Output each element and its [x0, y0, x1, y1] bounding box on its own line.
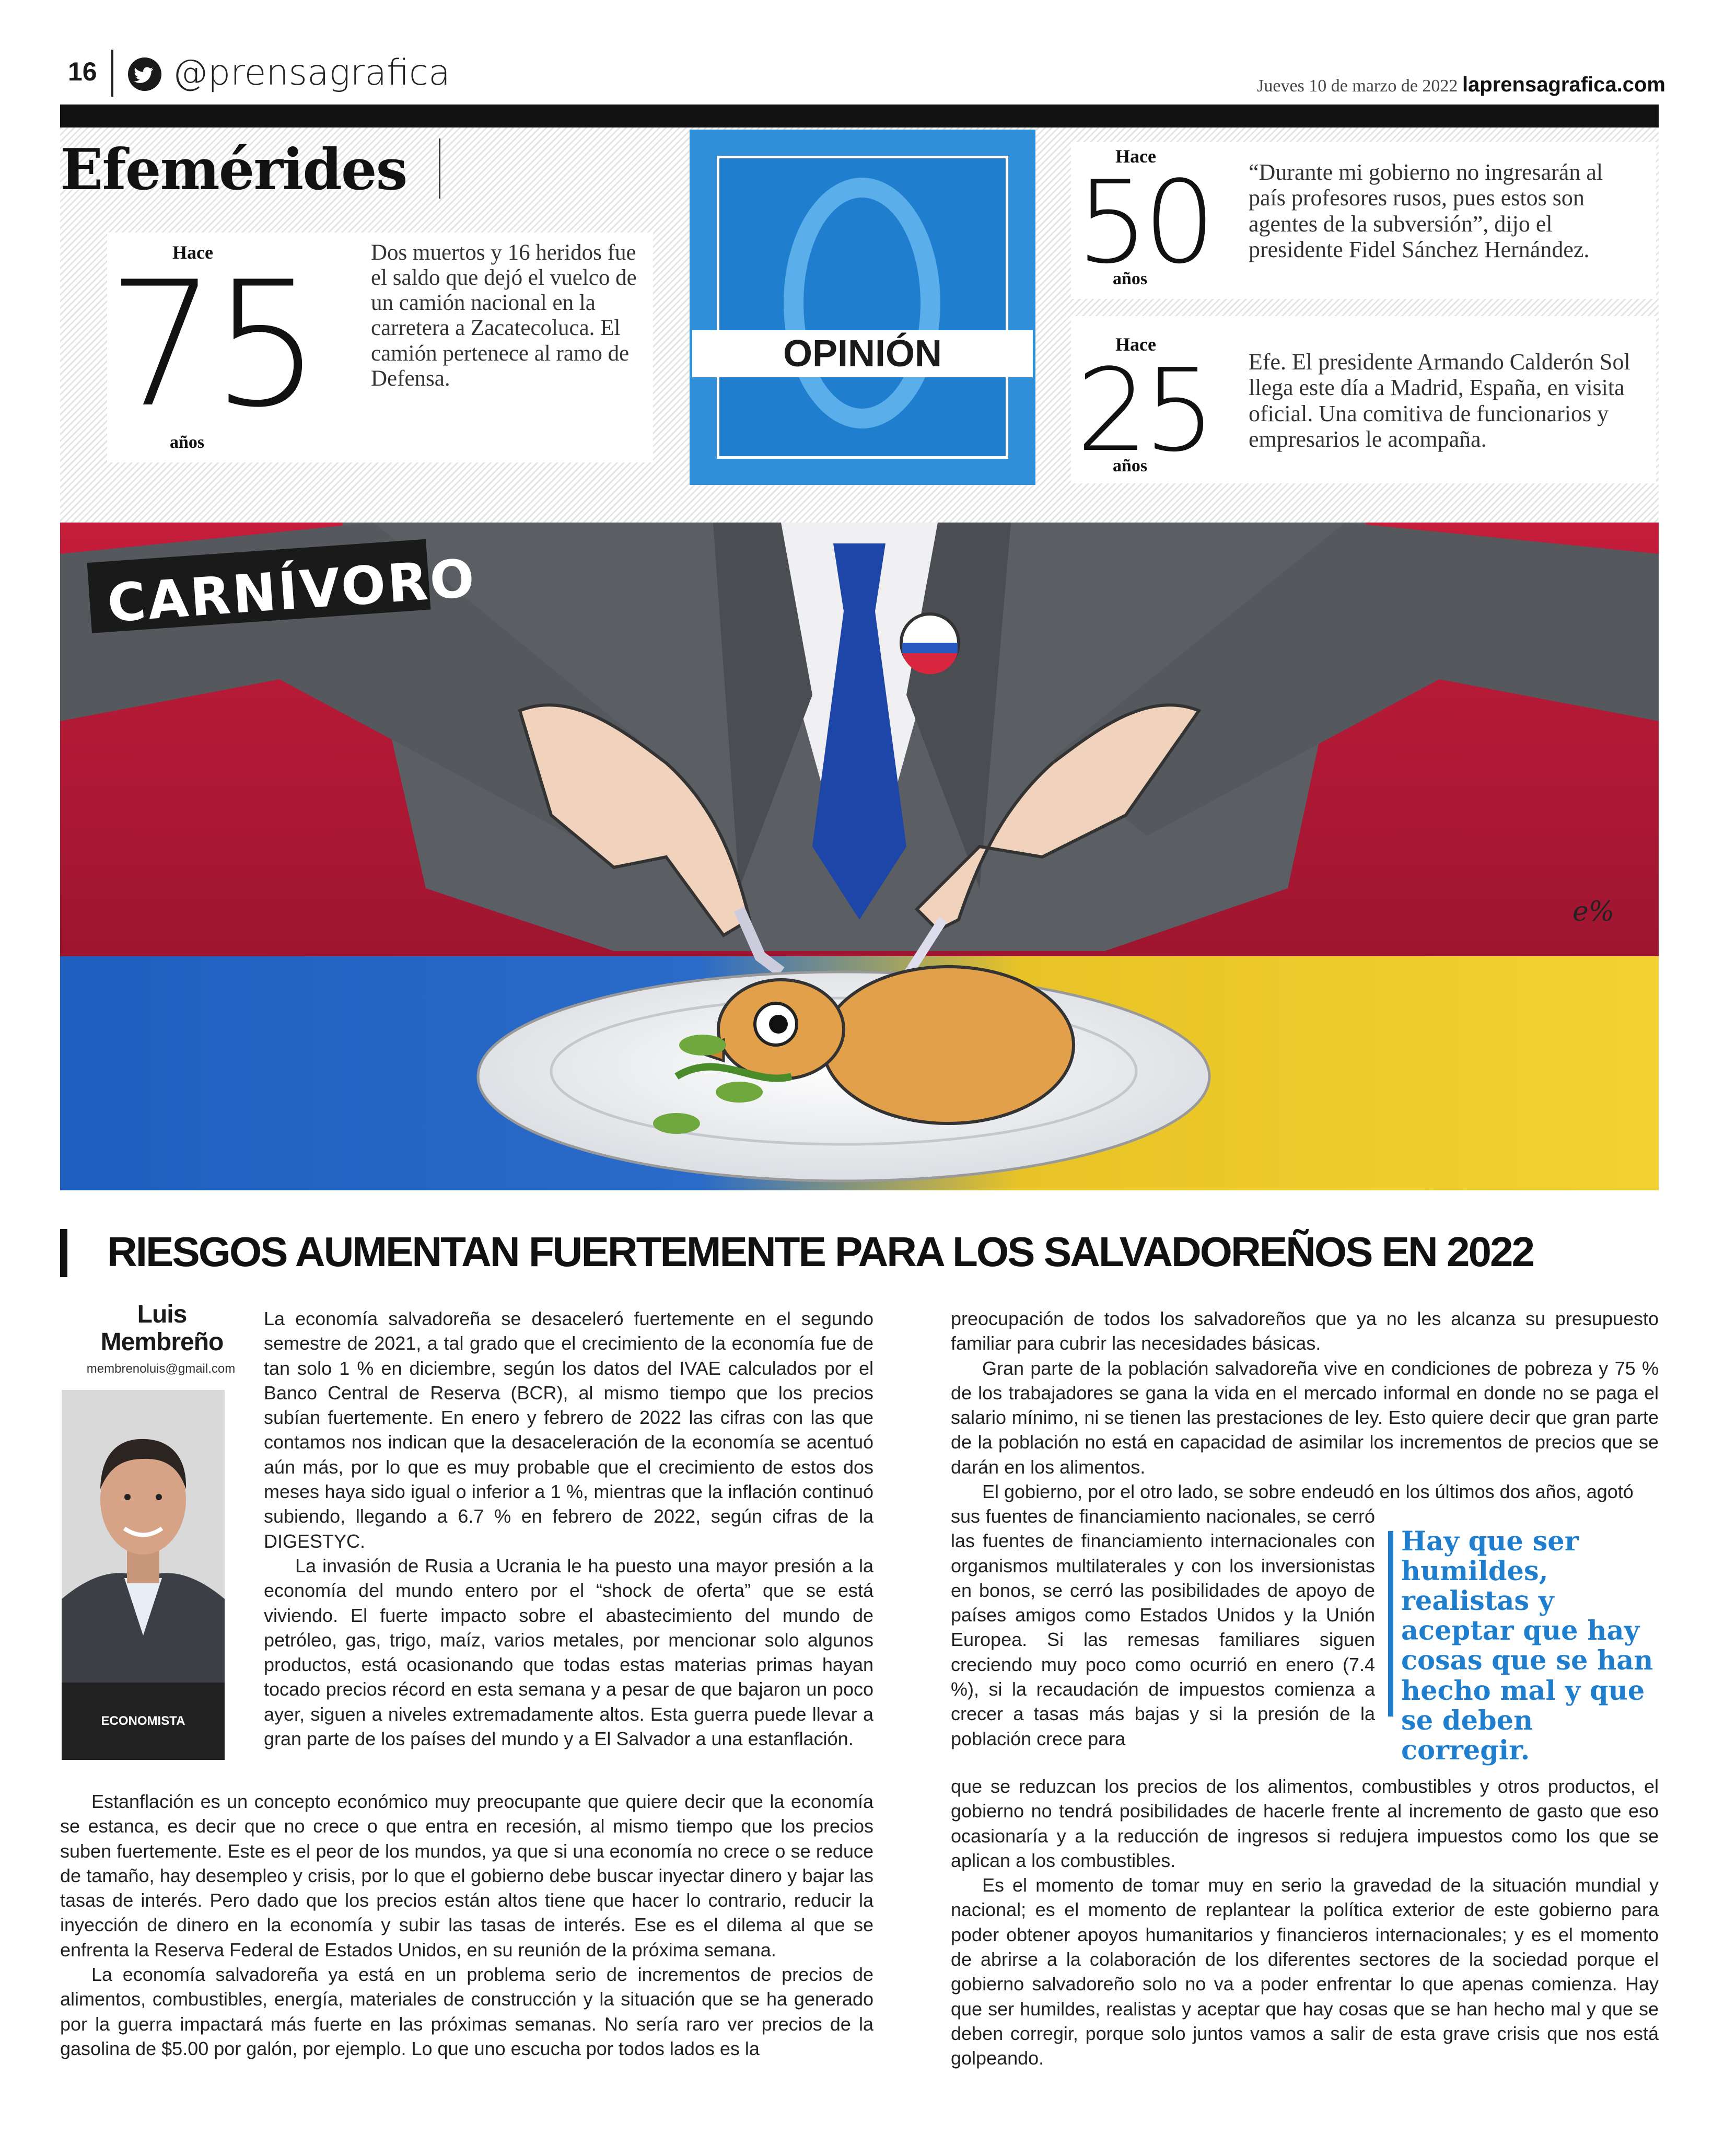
- author-last-name: Membreño: [100, 1328, 224, 1356]
- article-paragraph: Gran parte de la población salvadoreña v…: [951, 1357, 1659, 1478]
- article-column-2c: que se reduzcan los precios de los alime…: [951, 1774, 1659, 2071]
- issue-date: Jueves 10 de marzo de 2022: [1257, 76, 1458, 96]
- article-column-1b: Estanflación es un concepto económico mu…: [60, 1789, 873, 2061]
- efemeride-75-text: Dos muertos y 16 heridos fue el saldo qu…: [371, 240, 637, 391]
- article-paragraph: El gobierno, por el otro lado, se sobre …: [982, 1481, 1634, 1503]
- author-photo: [62, 1390, 225, 1683]
- article-paragraph: que se reduzcan los precios de los alime…: [951, 1776, 1659, 1871]
- article-column-1a: La economía salvadoreña se desaceleró fu…: [264, 1306, 873, 1751]
- opinion-label: OPINIÓN: [783, 333, 942, 375]
- twitter-icon[interactable]: [128, 57, 161, 91]
- author-role: ECONOMISTA: [62, 1683, 225, 1760]
- title-divider: [439, 138, 440, 199]
- article-paragraph: La invasión de Rusia a Ucrania le ha pue…: [264, 1555, 873, 1750]
- opinion-letter-o: [784, 178, 940, 428]
- editorial-cartoon: [60, 523, 1659, 1190]
- efemeride-25-text: Efe. El presidente Armando Calderón Sol …: [1249, 349, 1630, 452]
- header-bar: [60, 105, 1659, 127]
- pull-quote: Hay que ser humildes, realistas y acepta…: [1401, 1526, 1653, 1766]
- years-25: 25: [1076, 345, 1216, 477]
- article-paragraph: La economía salvadoreña ya está en un pr…: [60, 1964, 873, 2059]
- years-50: 50: [1076, 157, 1216, 289]
- article-paragraph: sus fuentes de financiamiento nacionales…: [951, 1505, 1375, 1749]
- page-number: 16: [68, 57, 97, 86]
- article-paragraph: preocupación de todos los salvadoreños q…: [951, 1308, 1659, 1354]
- article-paragraph: La economía salvadoreña se desaceleró fu…: [264, 1308, 873, 1552]
- years-75: 75: [107, 245, 321, 445]
- article-column-2a: preocupación de todos los salvadoreños q…: [951, 1306, 1659, 1504]
- author-first-name: Luis: [137, 1301, 188, 1328]
- pull-quote-bar: [1388, 1531, 1393, 1717]
- twitter-handle[interactable]: @prensagrafica: [172, 52, 450, 94]
- header-date-line: Jueves 10 de marzo de 2022 laprensagrafi…: [1257, 73, 1665, 97]
- article-headline: RIESGOS AUMENTAN FUERTEMENTE PARA LOS SA…: [107, 1228, 1535, 1275]
- article-paragraph: Es el momento de tomar muy en serio la g…: [951, 1874, 1659, 2069]
- author-name: Luis Membreño: [84, 1301, 240, 1356]
- efemeride-50-text: “Durante mi gobierno no ingresarán al pa…: [1249, 159, 1603, 262]
- site-url[interactable]: laprensagrafica.com: [1462, 73, 1665, 96]
- anos-label: años: [170, 433, 205, 452]
- author-email[interactable]: membrenoluis@gmail.com: [62, 1362, 260, 1376]
- header-divider: [111, 50, 113, 97]
- article-column-2b: sus fuentes de financiamiento nacionales…: [951, 1504, 1375, 1751]
- section-title: Efemérides: [60, 137, 407, 203]
- anos-label: años: [1113, 456, 1148, 476]
- headline-bar: [60, 1229, 67, 1277]
- article-paragraph: Estanflación es un concepto económico mu…: [60, 1791, 873, 1961]
- cartoonist-signature: e%: [1572, 896, 1615, 927]
- anos-label: años: [1113, 269, 1148, 288]
